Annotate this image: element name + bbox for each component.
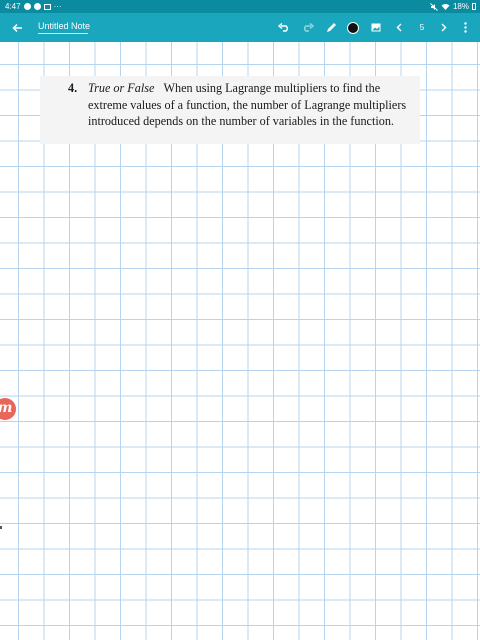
app-toolbar: Untitled Note 5 (0, 13, 480, 42)
undo-button[interactable] (276, 13, 292, 42)
note-canvas[interactable]: 4. True or False When using Lagrange mul… (0, 42, 480, 640)
color-picker-button[interactable] (346, 13, 360, 42)
redo-button[interactable] (300, 13, 316, 42)
battery-icon (472, 3, 476, 10)
chevron-left-icon (396, 23, 402, 32)
back-button[interactable] (8, 13, 26, 42)
insert-image-button[interactable] (370, 13, 382, 42)
notification-icon-2 (33, 3, 41, 10)
status-bar: 4:47 ··· 18% (0, 0, 480, 13)
page-number: 5 (419, 23, 425, 32)
question-text: True or False When using Lagrange multip… (88, 80, 418, 130)
question-lead: True or False (88, 81, 155, 95)
question-number: 4. (68, 81, 78, 95)
next-page-button[interactable] (438, 13, 450, 42)
note-title[interactable]: Untitled Note (38, 21, 90, 34)
status-right: 18% (430, 0, 476, 13)
problem-card: 4. True or False When using Lagrange mul… (40, 76, 420, 144)
image-icon (371, 23, 381, 32)
battery-percent: 18% (452, 2, 469, 11)
back-arrow-icon (11, 23, 22, 32)
previous-page-button[interactable] (393, 13, 405, 42)
status-more: ··· (53, 2, 62, 11)
current-color-swatch (347, 21, 359, 34)
more-options-button[interactable] (459, 13, 471, 42)
app-logo-icon[interactable]: m (0, 398, 16, 420)
undo-icon (278, 23, 288, 32)
pen-icon (326, 23, 336, 32)
gallery-notification-icon (43, 3, 51, 10)
redo-icon (304, 23, 314, 32)
edge-marker (0, 526, 2, 529)
wifi-icon (441, 3, 450, 10)
chevron-right-icon (441, 23, 447, 32)
pen-tool-button[interactable] (324, 13, 338, 42)
status-left: 4:47 ··· (5, 0, 62, 13)
mute-icon (430, 2, 438, 11)
more-vert-icon (463, 22, 467, 33)
notification-icon (23, 3, 31, 10)
status-time: 4:47 (5, 2, 21, 11)
